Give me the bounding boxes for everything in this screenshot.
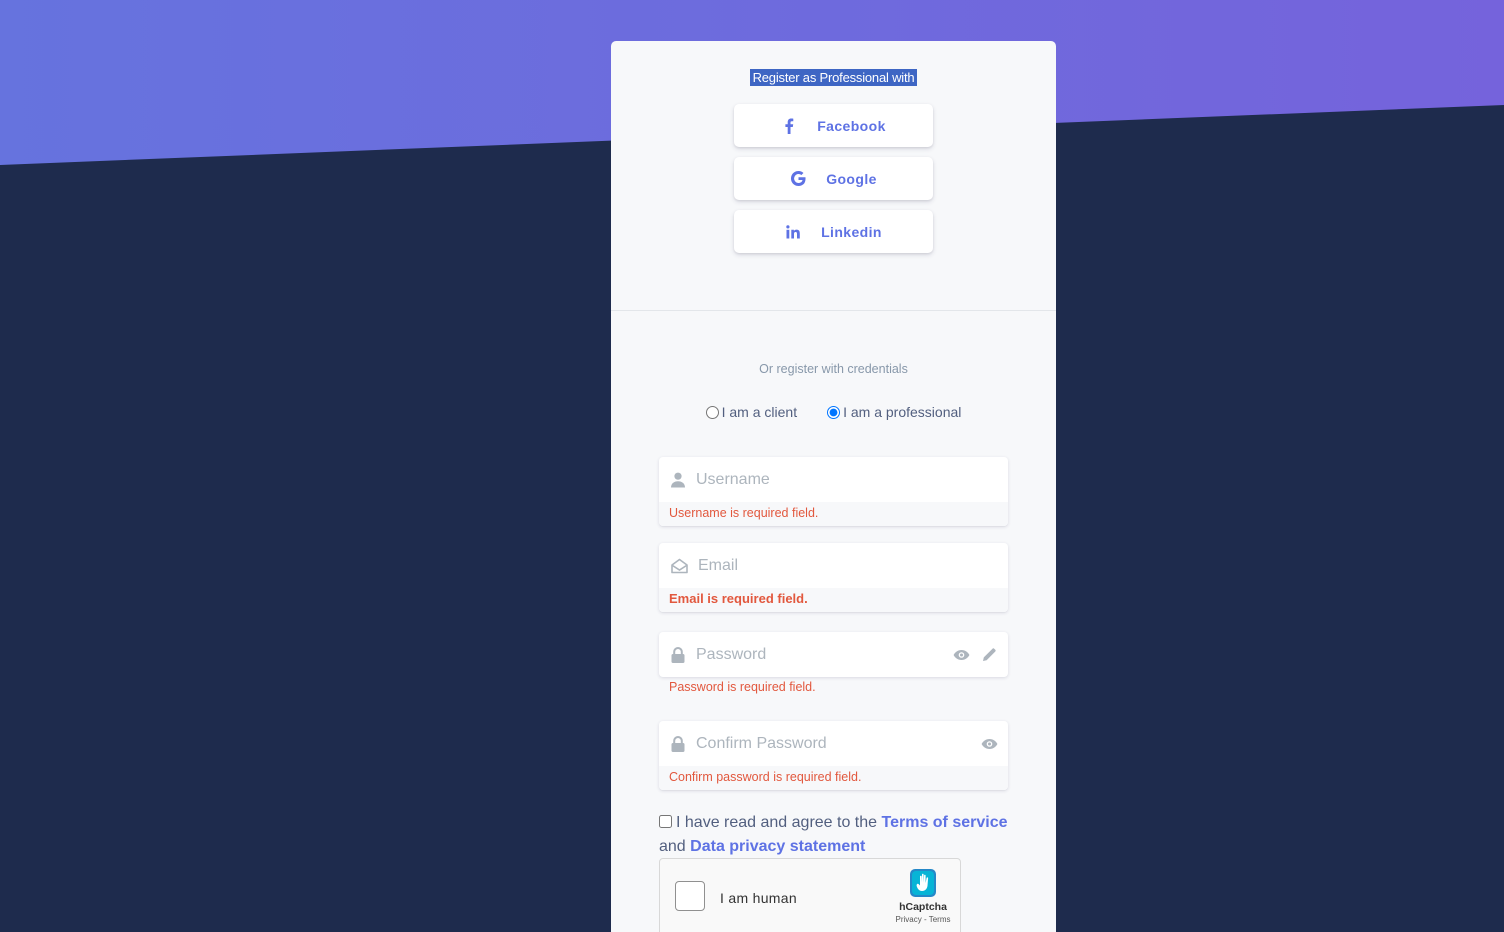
terms-of-service-link[interactable]: Terms of service	[882, 814, 1008, 831]
role-radio-group: I am a client I am a professional	[611, 404, 1056, 420]
google-button-label: Google	[826, 170, 877, 187]
linkedin-button[interactable]: Linkedin	[734, 210, 933, 253]
hcaptcha-widget: I am human hCaptcha Privacy - Terms	[659, 858, 961, 932]
role-option-professional[interactable]: I am a professional	[827, 404, 961, 420]
terms-prefix: I have read and agree to the	[676, 814, 878, 831]
lock-icon	[670, 735, 686, 752]
eye-icon[interactable]	[950, 644, 972, 666]
hcaptcha-logo-icon	[906, 867, 940, 904]
register-card: Register as Professional with Facebook G…	[611, 41, 1056, 932]
envelope-icon	[670, 558, 688, 574]
google-icon	[790, 171, 806, 187]
eye-icon[interactable]	[978, 733, 1000, 755]
professional-radio[interactable]	[827, 405, 841, 419]
confirm-password-field-group: Confirm password is required field.	[659, 721, 1008, 790]
facebook-button[interactable]: Facebook	[734, 104, 933, 147]
facebook-button-label: Facebook	[817, 117, 886, 134]
linkedin-icon	[785, 224, 801, 240]
social-title: Register as Professional with	[749, 69, 918, 86]
captcha-brand: hCaptcha	[899, 901, 947, 913]
confirm-password-error: Confirm password is required field.	[659, 766, 1008, 790]
or-register-text: Or register with credentials	[759, 362, 908, 376]
username-field-group: Username is required field.	[659, 457, 1008, 526]
professional-radio-label: I am a professional	[843, 404, 962, 420]
lock-icon	[670, 646, 686, 663]
client-radio-label: I am a client	[721, 404, 798, 420]
role-option-client[interactable]: I am a client	[705, 404, 798, 420]
email-input[interactable]	[698, 556, 1008, 575]
user-icon	[670, 472, 686, 488]
password-field-group	[659, 632, 1008, 677]
client-radio[interactable]	[705, 405, 719, 419]
privacy-statement-link[interactable]: Data privacy statement	[690, 838, 865, 855]
google-button[interactable]: Google	[734, 157, 933, 200]
captcha-label: I am human	[720, 890, 797, 906]
email-field-group: Email is required field.	[659, 543, 1008, 612]
pencil-icon[interactable]	[978, 644, 1000, 666]
username-error: Username is required field.	[659, 502, 1008, 526]
captcha-checkbox[interactable]	[675, 881, 705, 911]
terms-agreement: I have read and agree to the Terms of se…	[659, 811, 1019, 859]
terms-checkbox[interactable]	[659, 815, 672, 828]
username-input[interactable]	[696, 470, 1008, 489]
password-error: Password is required field.	[669, 680, 816, 694]
social-login-section: Register as Professional with Facebook G…	[611, 41, 1056, 311]
captcha-links[interactable]: Privacy - Terms	[892, 915, 954, 924]
facebook-icon	[781, 118, 797, 134]
linkedin-button-label: Linkedin	[821, 223, 882, 240]
email-error: Email is required field.	[659, 588, 1008, 612]
terms-and-text: and	[659, 838, 686, 855]
confirm-password-input[interactable]	[696, 734, 978, 753]
password-input[interactable]	[696, 645, 950, 664]
